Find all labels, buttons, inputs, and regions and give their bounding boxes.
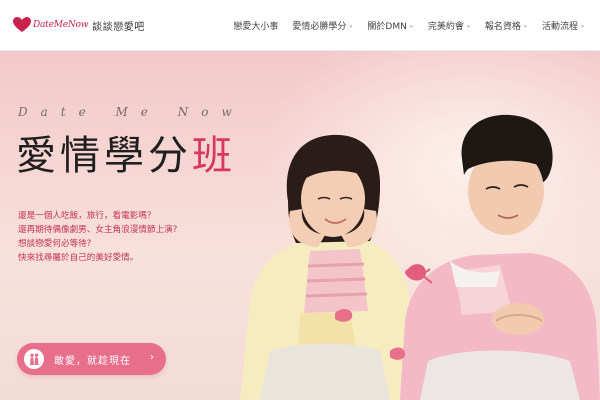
chevron-right-icon: › xyxy=(150,352,154,363)
intro-line: 還是一個人吃飯，旅行，看電影嗎？ xyxy=(18,211,156,221)
hero-title: 愛情學分班 xyxy=(16,123,236,181)
nav-item-about-dmn[interactable]: 關於DMN ⌄ xyxy=(360,0,420,50)
intro-line: 想談戀愛何必等待? xyxy=(18,239,92,249)
page: DateMeNow 談談戀愛吧 戀愛大小事 愛情必勝學分 ⌄ 關於DMN ⌄ 完… xyxy=(0,0,600,400)
chevron-down-icon: ⌄ xyxy=(579,21,585,29)
nav-item-perfect-date[interactable]: 完美約會 ⌄ xyxy=(421,0,478,50)
chevron-down-icon: ⌄ xyxy=(408,21,414,29)
intro-line: 快來找尋屬於自己的美好愛情。 xyxy=(18,253,139,263)
nav-item-label: 報名資格 xyxy=(484,21,521,32)
nav-item-label: 關於DMN xyxy=(367,21,407,32)
logo-chinese-text: 談談戀愛吧 xyxy=(92,21,145,33)
cta-label: 敢愛，就趁現在 xyxy=(54,355,131,367)
heart-logo-icon xyxy=(12,15,32,35)
nav-item-label: 活動流程 xyxy=(541,21,578,32)
logo-text: DateMeNow xyxy=(33,20,89,30)
hero-title-main: 愛情學分 xyxy=(16,133,192,179)
site-logo[interactable]: DateMeNow 談談戀愛吧 xyxy=(12,13,145,37)
site-header: DateMeNow 談談戀愛吧 戀愛大小事 愛情必勝學分 ⌄ 關於DMN ⌄ 完… xyxy=(0,0,600,51)
couple-icon xyxy=(24,349,44,369)
hero-eyebrow: Date Me Now xyxy=(18,105,245,119)
cta-button[interactable]: 敢愛，就趁現在 › xyxy=(17,343,166,375)
couple-photo xyxy=(240,114,600,400)
nav-item-label: 戀愛大小事 xyxy=(233,21,279,32)
nav-item-label: 愛情必勝學分 xyxy=(292,21,347,32)
intro-line: 還再期待偶像劇男、女主角浪漫情節上演? xyxy=(18,225,178,235)
nav-item-eligibility[interactable]: 報名資格 ⌄ xyxy=(478,0,535,50)
hero-title-accent: 班 xyxy=(192,133,236,179)
main-nav: 戀愛大小事 愛情必勝學分 ⌄ 關於DMN ⌄ 完美約會 ⌄ 報名資格 ⌄ 活動流… xyxy=(226,0,592,50)
hero-banner: Date Me Now 愛情學分班 還是一個人吃飯，旅行，看電影嗎？ 還再期待偶… xyxy=(0,51,600,400)
chevron-down-icon: ⌄ xyxy=(348,21,354,29)
chevron-down-icon: ⌄ xyxy=(522,21,528,29)
nav-item-love-credits[interactable]: 愛情必勝學分 ⌄ xyxy=(285,0,360,50)
nav-item-event-process[interactable]: 活動流程 ⌄ xyxy=(535,0,592,50)
nav-item-label: 完美約會 xyxy=(427,21,464,32)
hero-intro: 還是一個人吃飯，旅行，看電影嗎？ 還再期待偶像劇男、女主角浪漫情節上演? 想談戀… xyxy=(18,209,177,265)
chevron-down-icon: ⌄ xyxy=(465,21,471,29)
nav-item-love-stories[interactable]: 戀愛大小事 xyxy=(226,0,285,50)
